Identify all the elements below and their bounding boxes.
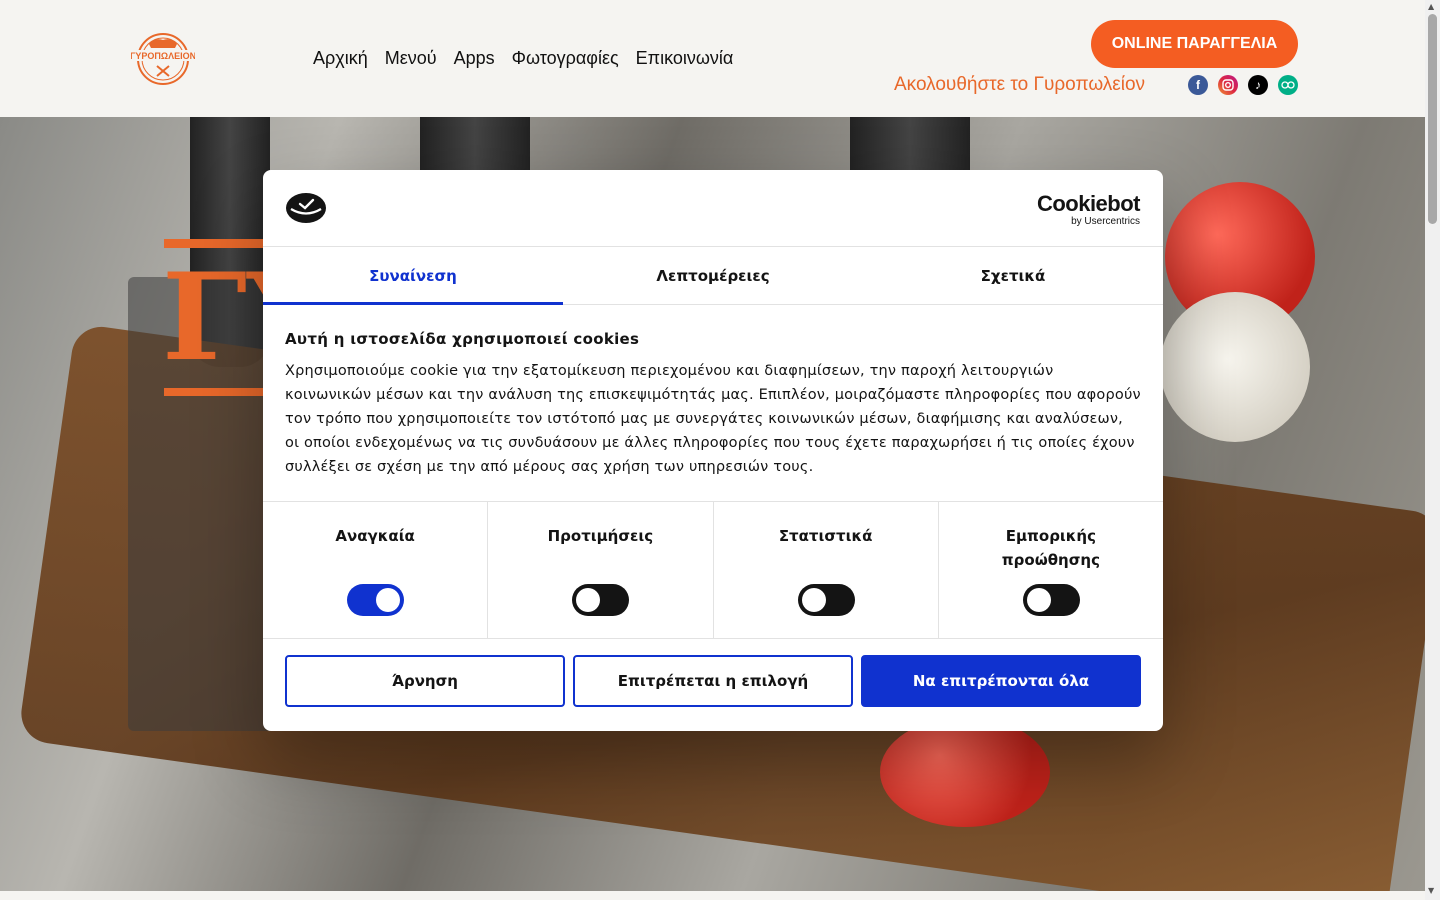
consent-heading: Αυτή η ιστοσελίδα χρησιμοποιεί cookies — [285, 330, 640, 348]
necessary-toggle[interactable] — [347, 584, 405, 616]
category-marketing: Εμπορικής προώθησης — [939, 502, 1163, 638]
deny-button[interactable]: Άρνηση — [285, 655, 565, 707]
toggle-knob — [376, 588, 401, 612]
site-header: ΓΥΡΟΠΩΛΕΙΟΝ Αρχική Μενού Apps Φωτογραφίε… — [0, 0, 1425, 117]
instagram-icon[interactable] — [1218, 75, 1238, 95]
category-preferences: Προτιμήσεις — [488, 502, 714, 638]
nav-menu[interactable]: Μενού — [385, 46, 437, 70]
nav-home[interactable]: Αρχική — [313, 46, 368, 70]
toggle-knob — [801, 588, 826, 612]
category-label: Στατιστικά — [778, 527, 873, 545]
gyropoleion-logo[interactable]: ΓΥΡΟΠΩΛΕΙΟΝ — [131, 32, 195, 85]
cookie-categories: Αναγκαία Προτιμήσεις Στατιστικά Εμπορική… — [263, 502, 1163, 639]
tab-about[interactable]: Σχετικά — [863, 247, 1163, 304]
scroll-thumb[interactable] — [1428, 14, 1437, 224]
tiktok-icon[interactable]: ♪ — [1248, 75, 1268, 95]
statistics-toggle[interactable] — [797, 584, 855, 616]
dialog-tabs: Συναίνεση Λεπτομέρειες Σχετικά — [263, 247, 1163, 305]
cookie-icon — [286, 193, 326, 223]
preferences-toggle[interactable] — [572, 584, 630, 616]
tab-consent[interactable]: Συναίνεση — [263, 247, 563, 305]
social-links: f ♪ — [1188, 75, 1298, 95]
category-label: Αναγκαία — [335, 527, 415, 545]
cookie-consent-dialog: Cookiebot by Usercentrics Συναίνεση Λεπτ… — [263, 170, 1163, 731]
svg-text:ΓΥΡΟΠΩΛΕΙΟΝ: ΓΥΡΟΠΩΛΕΙΟΝ — [131, 51, 195, 61]
cookiebot-logo[interactable]: Cookiebot by Usercentrics — [1036, 191, 1141, 228]
follow-text: Ακολουθήστε το Γυροπωλείον — [894, 74, 1146, 95]
nav-apps[interactable]: Apps — [454, 46, 495, 70]
tomato-decoration — [880, 717, 1050, 827]
main-nav: Αρχική Μενού Apps Φωτογραφίες Επικοινωνί… — [313, 46, 733, 70]
online-order-button[interactable]: ONLINE ΠΑΡΑΓΓΕΛΙΑ — [1091, 20, 1298, 68]
marketing-toggle[interactable] — [1022, 584, 1080, 616]
page-scrollbar[interactable]: ▲ ▼ — [1425, 0, 1440, 900]
tab-details[interactable]: Λεπτομέρειες — [563, 247, 863, 304]
facebook-icon[interactable]: f — [1188, 75, 1208, 95]
hero-title-rule — [164, 388, 274, 396]
category-label: Προτιμήσεις — [547, 527, 654, 545]
page-bottom — [0, 891, 1425, 900]
scroll-down-arrow-icon[interactable]: ▼ — [1428, 886, 1434, 895]
category-statistics: Στατιστικά — [714, 502, 939, 638]
tripadvisor-icon[interactable] — [1278, 75, 1298, 95]
scroll-up-arrow-icon[interactable]: ▲ — [1428, 2, 1434, 11]
consent-body: Αυτή η ιστοσελίδα χρησιμοποιεί cookies Χ… — [263, 305, 1163, 502]
garlic-decoration — [1160, 292, 1310, 442]
toggle-knob — [1026, 588, 1051, 612]
toggle-knob — [576, 588, 601, 612]
nav-contact[interactable]: Επικοινωνία — [636, 46, 734, 70]
dialog-header: Cookiebot by Usercentrics — [263, 170, 1163, 247]
consent-buttons: Άρνηση Επιτρέπεται η επιλογή Να επιτρέπο… — [263, 639, 1163, 723]
consent-text: Χρησιμοποιούμε cookie για την εξατομίκευ… — [285, 363, 1141, 475]
category-label: Εμπορικής προώθησης — [1001, 527, 1100, 569]
category-necessary: Αναγκαία — [263, 502, 489, 638]
nav-photos[interactable]: Φωτογραφίες — [512, 46, 619, 70]
allow-all-button[interactable]: Να επιτρέπονται όλα — [861, 655, 1141, 707]
allow-selection-button[interactable]: Επιτρέπεται η επιλογή — [573, 655, 853, 707]
cookiebot-brand-sub: by Usercentrics — [1071, 216, 1140, 227]
cookiebot-brand-name: Cookiebot — [1036, 191, 1141, 216]
